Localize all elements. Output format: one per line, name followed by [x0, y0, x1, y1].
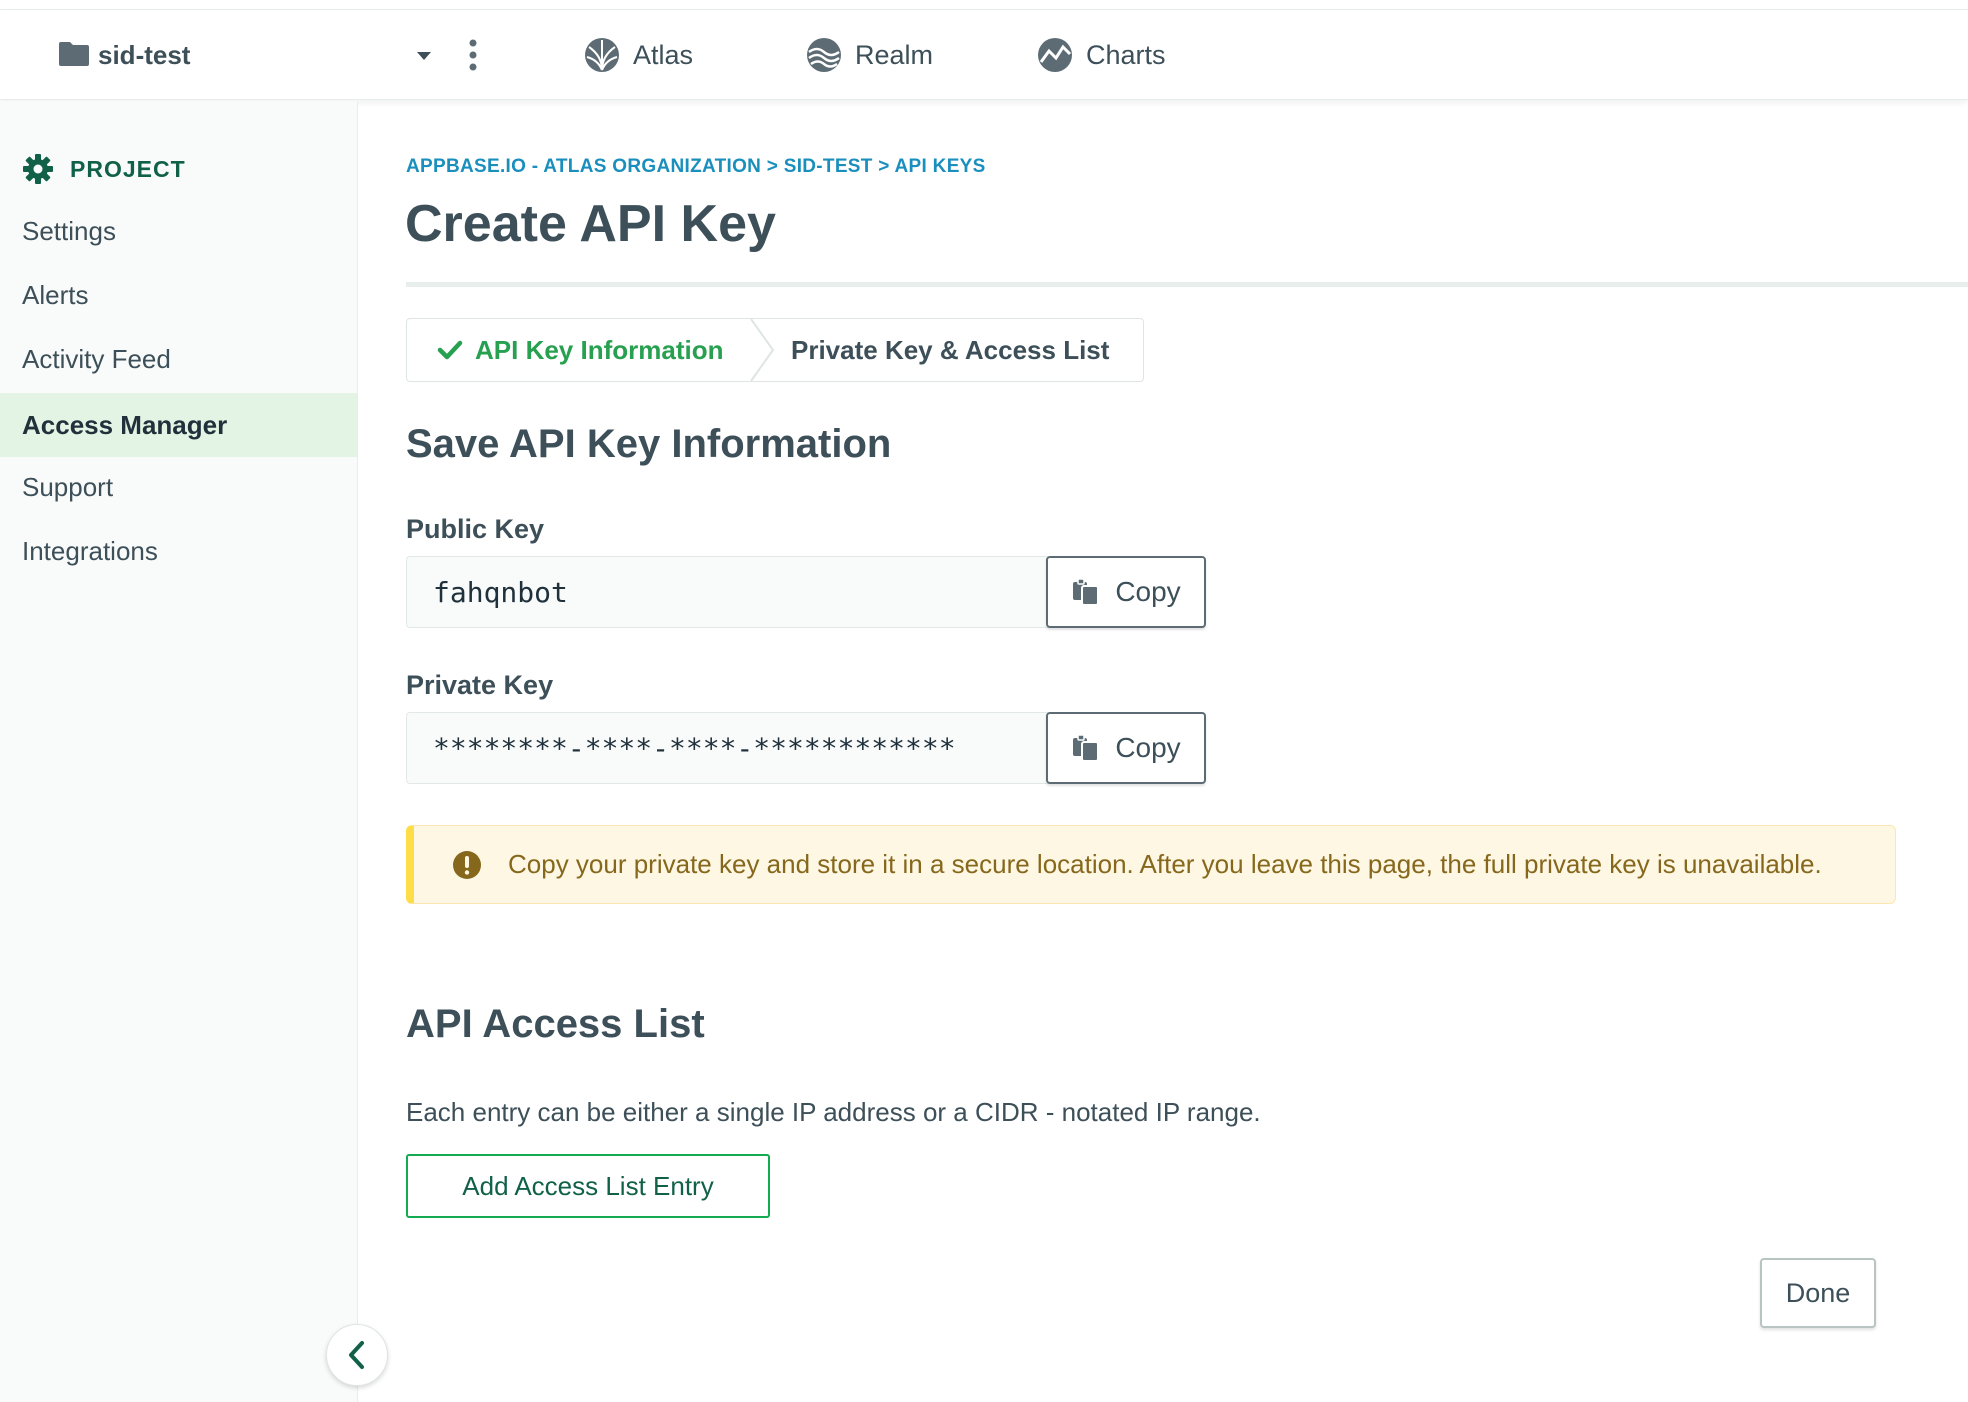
tab-realm-label: Realm — [855, 39, 934, 70]
sidebar-header-label: PROJECT — [70, 155, 186, 182]
sidebar-header: PROJECT — [22, 153, 186, 185]
sidebar-item-support[interactable]: Support — [0, 455, 357, 519]
tab-atlas[interactable]: Atlas — [583, 10, 693, 100]
chevron-left-icon — [349, 1341, 364, 1369]
access-list-help: Each entry can be either a single IP add… — [406, 1097, 1261, 1127]
checkmark-icon — [437, 340, 463, 360]
copy-public-key-button[interactable]: Copy — [1046, 556, 1206, 628]
add-access-list-entry-button[interactable]: Add Access List Entry — [406, 1154, 770, 1218]
top-border — [0, 0, 1968, 10]
wizard-steps: API Key Information Private Key & Access… — [406, 318, 1144, 382]
private-key-label: Private Key — [406, 670, 554, 700]
folder-icon — [59, 42, 89, 66]
sidebar-item-activity-feed[interactable]: Activity Feed — [0, 327, 357, 391]
copy-private-key-button[interactable]: Copy — [1046, 712, 1206, 784]
wizard-step-private-key-access-list[interactable]: Private Key & Access List — [791, 319, 1109, 381]
access-list-title: API Access List — [406, 1002, 705, 1046]
tab-charts[interactable]: Charts — [1036, 10, 1166, 100]
copy-public-key-label: Copy — [1115, 576, 1181, 607]
tab-charts-label: Charts — [1086, 39, 1166, 70]
caret-down-icon[interactable] — [415, 50, 433, 62]
top-navigation-bar: sid-test Atlas Realm Charts — [0, 10, 1968, 100]
breadcrumb[interactable]: APPBASE.IO - ATLAS ORGANIZATION > SID-TE… — [406, 156, 986, 178]
warning-text: Copy your private key and store it in a … — [508, 849, 1822, 879]
done-button[interactable]: Done — [1760, 1258, 1876, 1328]
project-name: sid-test — [98, 40, 191, 70]
warning-icon — [453, 850, 481, 879]
charts-icon — [1038, 38, 1072, 72]
wizard-step1-label: API Key Information — [475, 334, 724, 365]
private-key-warning-banner: Copy your private key and store it in a … — [406, 825, 1896, 904]
sidebar-item-alerts[interactable]: Alerts — [0, 263, 357, 327]
project-selector[interactable]: sid-test — [0, 10, 535, 100]
atlas-icon — [585, 38, 619, 72]
tab-atlas-label: Atlas — [633, 39, 694, 70]
save-section-title: Save API Key Information — [406, 422, 892, 466]
page-title: Create API Key — [405, 195, 776, 253]
wizard-step-separator — [750, 319, 775, 381]
tab-realm[interactable]: Realm — [805, 10, 933, 100]
copy-private-key-label: Copy — [1115, 732, 1181, 763]
public-key-field[interactable]: fahqnbot — [406, 556, 1048, 628]
collapse-sidebar-button[interactable] — [326, 1324, 388, 1386]
wizard-step-api-key-information[interactable]: API Key Information — [437, 319, 723, 381]
copy-icon — [1073, 578, 1100, 606]
public-key-label: Public Key — [406, 514, 545, 544]
sidebar-item-access-manager[interactable]: Access Manager — [0, 393, 357, 457]
more-options-icon[interactable] — [467, 38, 479, 72]
realm-icon — [807, 38, 841, 72]
gear-icon — [23, 154, 53, 184]
private-key-field[interactable]: ********-****-****-************ — [406, 712, 1048, 784]
wizard-step2-label: Private Key & Access List — [791, 334, 1110, 365]
sidebar: PROJECT Settings Alerts Activity Feed Ac… — [0, 101, 358, 1402]
copy-icon — [1073, 734, 1100, 762]
sidebar-item-settings[interactable]: Settings — [0, 199, 357, 263]
title-divider — [406, 282, 1968, 287]
sidebar-item-integrations[interactable]: Integrations — [0, 519, 357, 583]
